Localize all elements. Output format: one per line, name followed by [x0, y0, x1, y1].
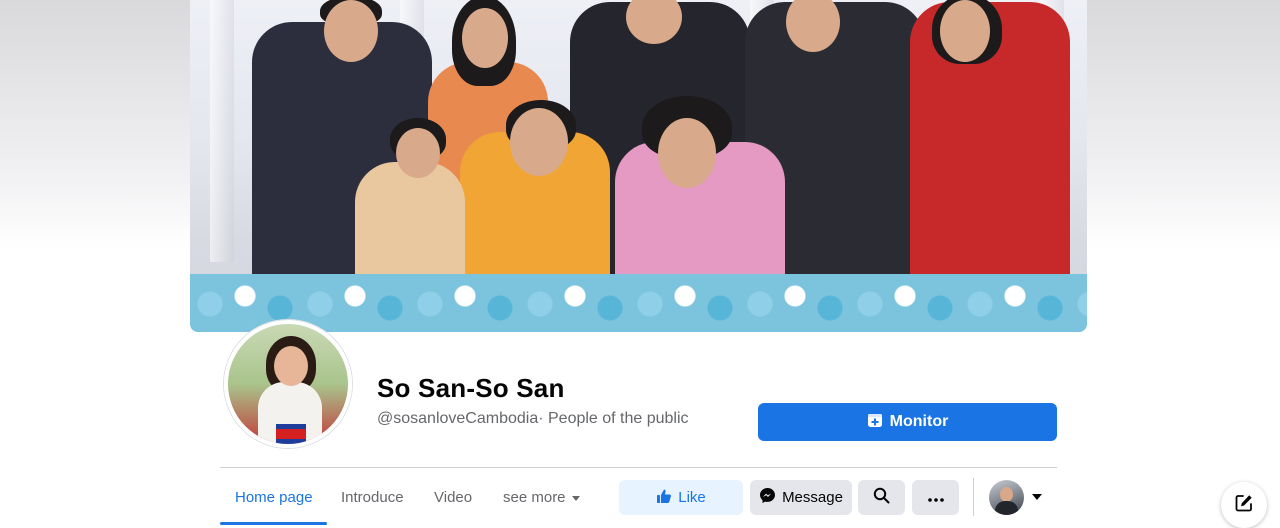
cover-photo[interactable] — [190, 0, 1087, 332]
action-separator — [973, 478, 974, 516]
account-avatar[interactable] — [989, 480, 1024, 515]
person-head — [510, 108, 568, 176]
avatar-body — [995, 501, 1018, 515]
box-plus-icon — [867, 412, 883, 433]
more-options-button[interactable] — [912, 480, 959, 515]
like-button[interactable]: Like — [619, 480, 743, 515]
person-head — [324, 0, 378, 62]
person — [355, 162, 465, 292]
page-handle: @sosanloveCambodia — [377, 410, 539, 427]
page-title: So San-So San — [377, 373, 565, 403]
ellipsis-icon — [927, 489, 944, 506]
monitor-label: Monitor — [889, 413, 949, 430]
chevron-down-icon[interactable] — [1032, 494, 1042, 500]
person-head — [940, 0, 990, 62]
person-head — [462, 8, 508, 68]
flower-arrangement — [190, 274, 1087, 332]
person-head — [396, 128, 440, 178]
edit-icon — [1234, 493, 1254, 518]
message-button[interactable]: Message — [750, 480, 852, 515]
avatar-face — [1000, 487, 1013, 502]
see-more-label: see more — [503, 489, 566, 506]
chevron-down-icon — [571, 495, 580, 501]
messenger-icon — [759, 487, 776, 508]
search-button[interactable] — [858, 480, 905, 515]
header-divider — [220, 467, 1057, 468]
profile-picture[interactable] — [224, 320, 352, 448]
monitor-button[interactable]: Monitor — [758, 403, 1057, 441]
tab-see-more[interactable]: see more — [503, 489, 580, 506]
tab-introduce[interactable]: Introduce — [341, 489, 404, 506]
curtain — [210, 0, 234, 262]
thumbs-up-icon — [656, 488, 672, 508]
cambodia-flag — [276, 424, 306, 444]
page-category: · People of the public — [538, 410, 689, 427]
like-label: Like — [678, 489, 706, 506]
active-tab-indicator — [220, 522, 327, 525]
person-head — [658, 118, 716, 188]
message-label: Message — [782, 489, 843, 506]
tab-home-page[interactable]: Home page — [235, 489, 313, 506]
profile-face — [274, 346, 308, 386]
tab-video[interactable]: Video — [434, 489, 472, 506]
compose-button[interactable] — [1221, 482, 1267, 528]
search-icon — [873, 487, 890, 508]
page-subtitle: @sosanloveCambodia· People of the public — [377, 410, 689, 428]
